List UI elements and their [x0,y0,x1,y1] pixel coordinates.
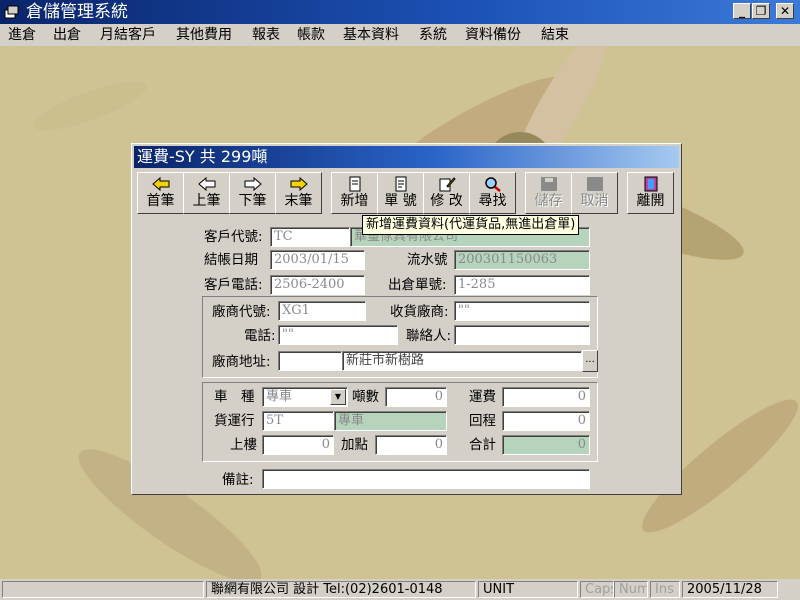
receiver-label: 收貨廠商: [390,304,449,320]
close-button[interactable]: ✕ [776,3,794,19]
total-label: 合計 [469,437,496,453]
remark-label: 備註: [222,472,254,488]
total-field[interactable]: 0 [502,435,590,455]
menu-other-fees[interactable]: 其他費用 [176,26,232,44]
status-company: 聯網有限公司 設計 Tel:(02)2601-0148 [206,581,476,598]
tons-field[interactable]: 0 [385,387,447,407]
restore-button[interactable]: ❐ [752,3,770,19]
menu-bar: 進倉 出倉 月結客戶 其他費用 報表 帳款 基本資料 系統 資料備份 結束 [0,24,800,46]
status-message [2,581,204,598]
freight-dialog: 運費-SY 共 299噸 首筆 上筆 下筆 末筆 新增 單 號 修 改 尋找 儲… [131,143,682,495]
return-label: 回程 [469,413,496,429]
vendor-code-label: 廠商代號: [212,304,271,320]
arrow-right-outline-icon [244,176,262,192]
minimize-button[interactable]: _ [733,3,751,19]
carrier-name-field[interactable]: 專車 [334,411,447,431]
add-record-tooltip: 新增運費資料(代運貨品,無進出倉單) [362,215,580,235]
next-record-button[interactable]: 下筆 [229,172,276,214]
new-document-icon [349,176,360,192]
vehicle-label: 車 種 [214,389,255,405]
customer-code-label: 客戶代號: [204,229,263,245]
customer-phone-label: 客戶電話: [204,277,263,293]
customer-code-field[interactable]: TC [270,227,350,247]
menu-outbound[interactable]: 出倉 [53,26,81,44]
phone-label: 電話: [244,328,276,344]
out-no-label: 出倉單號: [388,277,447,293]
first-record-button[interactable]: 首筆 [137,172,184,214]
exit-dialog-button[interactable]: 離開 [627,172,674,214]
close-date-field[interactable]: 2003/01/15 [270,250,365,270]
out-no-field[interactable]: 1-285 [454,275,590,295]
carrier-label: 貨運行 [214,413,255,429]
vendor-address-label: 廠商地址: [212,354,271,370]
app-title: 倉儲管理系統 [26,2,128,22]
status-date: 2005/11/28 [682,581,778,598]
arrow-left-outline-icon [197,176,215,192]
menu-inbound[interactable]: 進倉 [8,26,36,44]
customer-phone-field[interactable]: 2506-2400 [270,275,365,295]
contact-label: 聯絡人: [406,328,452,344]
tons-label: 噸數 [352,389,379,405]
menu-system[interactable]: 系統 [419,26,447,44]
cancel-button[interactable]: 取消 [571,172,618,214]
upstairs-label: 上樓 [230,437,257,453]
upstairs-field[interactable]: 0 [262,435,334,455]
arrow-left-icon [151,176,169,192]
find-record-button[interactable]: 尋找 [469,172,516,214]
app-title-bar: 倉儲管理系統 _ ❐ ✕ [0,0,800,24]
menu-backup[interactable]: 資料備份 [465,26,521,44]
menu-monthly-customers[interactable]: 月結客戶 [100,26,156,44]
serial-label: 流水號 [407,252,448,268]
document-icon [395,176,406,192]
remark-field[interactable] [262,469,590,489]
vendor-zip-field[interactable] [278,351,342,371]
status-num: Num [614,581,648,598]
cancel-icon [586,177,603,191]
chevron-down-icon[interactable]: ▼ [330,389,346,405]
vendor-address-field[interactable]: 新莊市新樹路 [342,351,582,371]
exit-door-icon [644,176,657,192]
close-date-label: 結帳日期 [204,252,258,268]
save-button[interactable]: 儲存 [525,172,572,214]
extra-label: 加點 [341,437,368,453]
arrow-right-icon [290,176,308,192]
menu-accounts[interactable]: 帳款 [297,26,325,44]
vendor-code-field[interactable]: XG1 [278,301,366,321]
address-lookup-button[interactable]: ... [582,350,598,372]
last-record-button[interactable]: 末筆 [275,172,322,214]
menu-basic-data[interactable]: 基本資料 [343,26,399,44]
edit-record-button[interactable]: 修 改 [423,172,470,214]
contact-field[interactable] [454,325,590,345]
menu-reports[interactable]: 報表 [252,26,280,44]
return-field[interactable]: 0 [502,411,590,431]
carrier-code-field[interactable]: 5T [262,411,334,431]
magnifier-icon [484,177,501,192]
edit-pencil-icon [439,177,456,192]
status-bar: 聯網有限公司 設計 Tel:(02)2601-0148 UNIT Caps Nu… [0,579,800,600]
receiver-field[interactable]: "" [454,301,590,321]
order-number-button[interactable]: 單 號 [377,172,424,214]
dialog-title: 運費-SY 共 299噸 [134,146,679,168]
serial-field[interactable]: 200301150063 [454,250,590,270]
save-disk-icon [540,177,557,191]
extra-field[interactable]: 0 [375,435,447,455]
status-ins: Ins [650,581,680,598]
menu-exit[interactable]: 結束 [541,26,569,44]
freight-label: 運費 [469,389,496,405]
app-icon [4,5,19,19]
prev-record-button[interactable]: 上筆 [183,172,230,214]
status-caps: Caps [580,581,614,598]
status-unit: UNIT [478,581,578,598]
add-record-button[interactable]: 新增 [331,172,378,214]
phone-field[interactable]: "" [278,325,398,345]
freight-field[interactable]: 0 [502,387,590,407]
